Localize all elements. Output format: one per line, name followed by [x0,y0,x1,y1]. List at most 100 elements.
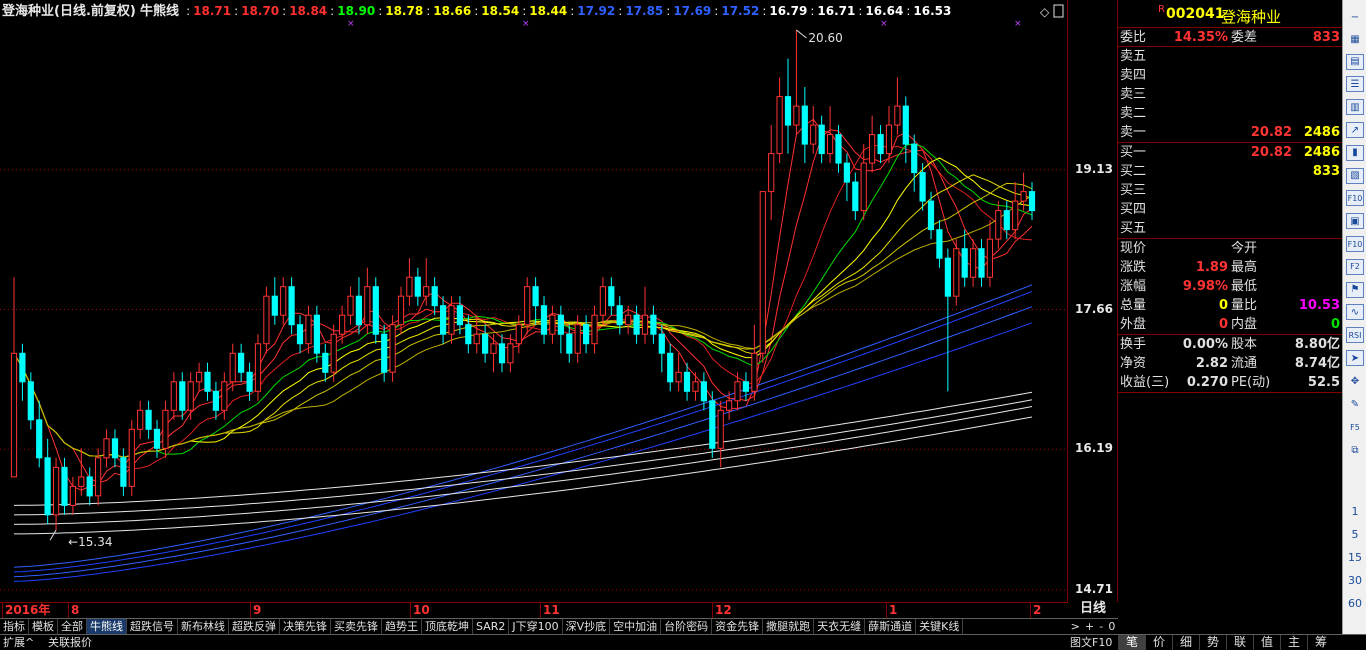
indicator-tab[interactable]: 资金先锋 [712,619,764,634]
candle-body[interactable] [305,314,312,345]
candle-body[interactable] [970,248,977,278]
candle-body[interactable] [953,248,960,297]
arrow-icon[interactable]: ➤ [1346,350,1364,366]
candle-body[interactable] [515,324,522,345]
candle-body[interactable] [1020,191,1027,202]
candle-body[interactable] [927,200,935,231]
candle-body[interactable] [120,457,127,487]
list-icon[interactable]: ☰ [1346,76,1364,93]
candle-body[interactable] [187,381,194,411]
candle-body[interactable] [700,381,707,402]
candle-body[interactable] [263,295,270,345]
period-30-button[interactable]: 30 [1345,574,1365,587]
candle-body[interactable] [397,295,405,326]
period-60-button[interactable]: 60 [1345,597,1365,610]
bottom-tab[interactable]: 势 [1199,635,1226,650]
candle-body[interactable] [440,305,447,335]
bottom-tab[interactable]: 联 [1226,635,1253,650]
candle-body[interactable] [498,343,506,364]
candle-body[interactable] [978,248,985,278]
f2-icon[interactable]: F2 [1346,258,1364,275]
f5-icon[interactable]: F5 [1345,418,1365,436]
candle-body[interactable] [995,210,1002,240]
candle-body[interactable] [280,286,287,316]
bottom-tab[interactable]: 筹 [1307,635,1334,650]
candle-body[interactable] [170,381,177,411]
f10-icon[interactable]: F10 [1346,190,1364,207]
indicator-tab[interactable]: SAR2 [473,619,510,634]
indicator-tab[interactable]: 买卖先锋 [331,619,382,634]
candle-body[interactable] [608,286,615,307]
candle-body[interactable] [936,229,943,259]
bottom-tab[interactable]: 值 [1253,635,1280,650]
indicator-tab[interactable]: 决策先锋 [280,619,331,634]
candle-body[interactable] [414,276,421,297]
indicator-tab[interactable]: 顶底乾坤 [422,619,473,634]
candle-body[interactable] [1003,210,1010,231]
candle-body[interactable] [364,286,371,326]
candle-body[interactable] [860,162,867,212]
candle-body[interactable] [128,428,135,487]
bars2-icon[interactable]: ▧ [1346,167,1364,184]
indicator-tab[interactable]: 超跌信号 [127,619,178,634]
candle-body[interactable] [524,286,531,326]
candle-body[interactable] [179,381,186,411]
candle-body[interactable] [246,371,253,392]
indicator-tab[interactable]: 趋势王 [382,619,422,634]
candle-body[interactable] [827,134,834,155]
candle-body[interactable] [507,343,514,364]
bars-icon[interactable]: ▥ [1346,99,1364,116]
candle-body[interactable] [835,134,842,164]
indicator-tab[interactable]: 超跌反弹 [229,619,280,634]
indicator-tab[interactable]: 模板 [29,619,58,634]
indicator-tab[interactable]: 台阶密码 [661,619,713,634]
indicator-tab[interactable]: 指标 [0,619,29,634]
candle-body[interactable] [204,371,211,392]
candle-body[interactable] [271,295,278,316]
candle-body[interactable] [540,305,548,335]
candle-body[interactable] [339,314,346,335]
candle-body[interactable] [381,333,388,373]
candle-body[interactable] [296,324,304,345]
candle-body[interactable] [919,172,926,202]
candle-body[interactable] [162,409,169,449]
candle-body[interactable] [61,466,68,506]
candle-body[interactable] [482,333,489,354]
candle-body[interactable] [986,238,993,278]
candle-body[interactable] [313,314,320,354]
candle-body[interactable] [288,286,295,326]
candle-body[interactable] [196,371,203,383]
candle-body[interactable] [153,428,161,449]
candle-body[interactable] [456,305,463,326]
candle-body[interactable] [726,400,733,411]
indicator-tab[interactable]: 薛斯通道 [865,619,917,634]
candle-body[interactable] [372,286,379,335]
kline-chart-area[interactable]: ◇ 20.60 ←15.34 × × × × 登海种业(日线.前复权) 牛熊线 :18.71… [0,0,1068,602]
candle-body[interactable] [238,352,245,373]
kline-chart[interactable]: ◇ 20.60 ←15.34 × × × × [0,0,1068,602]
candle-body[interactable] [843,162,850,183]
candle-body[interactable] [658,333,665,354]
candle-body[interactable] [330,333,337,373]
period-label[interactable]: 日线 [1068,600,1118,618]
f6-icon[interactable]: ⧉ [1345,441,1365,459]
candle-body[interactable] [633,314,640,335]
bottom-tab[interactable]: 主 [1280,635,1307,650]
candle-body[interactable] [961,248,968,278]
indicator-tab[interactable]: 关键K线 [916,619,964,634]
candle-body[interactable] [145,409,152,430]
tab-control-button[interactable]: - [1099,619,1103,634]
candle-body[interactable] [599,286,606,316]
pen-icon[interactable]: ✎ [1345,396,1365,414]
indicator-tab[interactable]: 牛熊线 [87,619,127,634]
indicator-tab[interactable]: 深V抄底 [563,619,611,634]
candle-body[interactable] [650,314,657,335]
candle-body[interactable] [717,409,724,449]
indicator-tab[interactable]: 新布林线 [178,619,229,634]
trend-icon[interactable]: ↗ [1346,122,1364,138]
rsi-icon[interactable]: RSI [1346,327,1364,344]
candle-body[interactable] [423,286,430,297]
candle-body[interactable] [759,191,766,354]
candle-body[interactable] [902,105,909,145]
candle-body[interactable] [221,381,228,411]
